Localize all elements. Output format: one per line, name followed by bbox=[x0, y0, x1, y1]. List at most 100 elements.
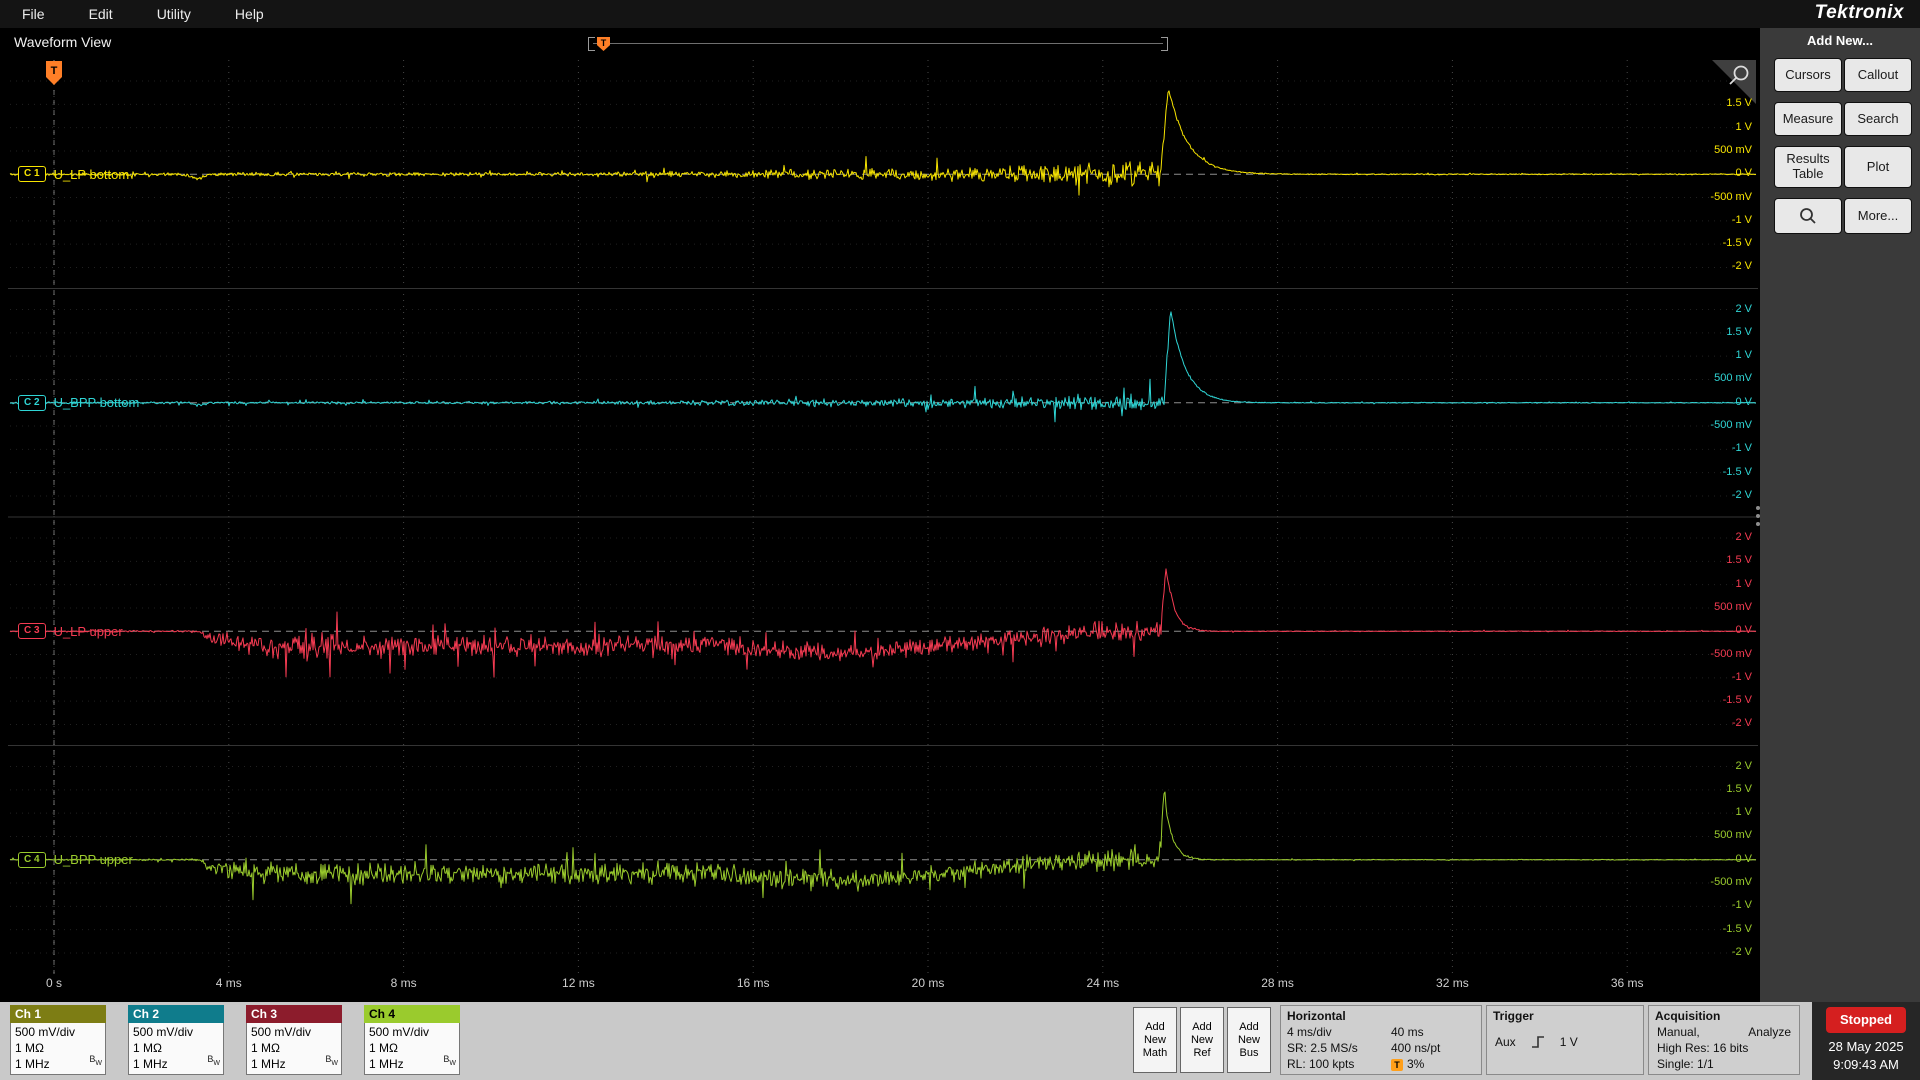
acquisition-title: Acquisition bbox=[1655, 1009, 1721, 1023]
channel-scale: 500 mV/div bbox=[15, 1025, 76, 1039]
menu-item-edit[interactable]: Edit bbox=[89, 6, 113, 22]
channel-impedance: 1 MΩ bbox=[369, 1041, 398, 1055]
slider-right-bracket bbox=[1161, 37, 1168, 51]
channel-settings-header-4: Ch 4 bbox=[364, 1005, 460, 1023]
horizontal-row-rl: RL: 100 kpts T 3% bbox=[1281, 1056, 1481, 1072]
time-axis-label: 20 ms bbox=[911, 976, 945, 990]
sidebar-button-zoom[interactable] bbox=[1774, 198, 1842, 234]
slider-left-bracket bbox=[588, 37, 595, 51]
waveform-trace-c-1[interactable] bbox=[9, 90, 1757, 196]
channel-settings-header-3: Ch 3 bbox=[246, 1005, 342, 1023]
horizontal-title: Horizontal bbox=[1287, 1009, 1346, 1023]
channel-settings-2[interactable]: Ch 2 500 mV/div 1 MΩ 1 MHz BW bbox=[128, 1005, 224, 1075]
y-axis-label-c-1: 500 mV bbox=[1714, 143, 1752, 156]
time-axis-label: 12 ms bbox=[562, 976, 595, 990]
run-stop-status[interactable]: Stopped bbox=[1826, 1007, 1906, 1033]
channel-settings-4[interactable]: Ch 4 500 mV/div 1 MΩ 1 MHz BW bbox=[364, 1005, 460, 1075]
channel-scale: 500 mV/div bbox=[133, 1025, 194, 1039]
sidebar-button-plot[interactable]: Plot bbox=[1844, 146, 1912, 188]
acquisition-mode: Manual, bbox=[1657, 1025, 1700, 1039]
time-axis-label: 36 ms bbox=[1610, 976, 1644, 990]
channel-scale: 500 mV/div bbox=[251, 1025, 312, 1039]
channel-settings-body-3: 500 mV/div 1 MΩ 1 MHz BW bbox=[246, 1023, 342, 1075]
horizontal-panel[interactable]: Horizontal 4 ms/div 40 ms SR: 2.5 MS/s 4… bbox=[1280, 1005, 1482, 1075]
horizontal-resolution: 400 ns/pt bbox=[1391, 1041, 1441, 1055]
tekscope-app: File Edit Utility Help Tektronix Waveform V… bbox=[0, 0, 1920, 1080]
acquisition-analyze: Analyze bbox=[1748, 1025, 1791, 1039]
channel-impedance: 1 MΩ bbox=[15, 1041, 44, 1055]
horizontal-record-length: RL: 100 kpts bbox=[1287, 1057, 1355, 1071]
bandwidth-limit-tag: BW bbox=[207, 1054, 220, 1067]
channel-label-c-3: C 3 U_LP upper bbox=[18, 622, 123, 640]
y-axis-label-c-3: -1 V bbox=[1731, 670, 1752, 683]
channel-name-c-1: U_LP bottom bbox=[53, 166, 130, 182]
channel-label-c-2: C 2 U_BPP bottom bbox=[18, 394, 139, 412]
sidebar-button-cursors[interactable]: Cursors bbox=[1774, 58, 1842, 92]
acquisition-panel[interactable]: Acquisition Manual, Analyze High Res: 16… bbox=[1648, 1005, 1800, 1075]
time-text: 9:09:43 AM bbox=[1833, 1057, 1899, 1072]
slider-track[interactable] bbox=[593, 43, 1163, 44]
y-axis-label-c-4: 2 V bbox=[1735, 759, 1752, 772]
y-axis-label-c-4: 500 mV bbox=[1714, 829, 1752, 842]
channel-badge-c-4[interactable]: C 4 bbox=[18, 851, 46, 868]
waveform-trace-c-2[interactable] bbox=[9, 311, 1757, 423]
acquisition-single: Single: 1/1 bbox=[1657, 1057, 1714, 1071]
channel-settings-header-2: Ch 2 bbox=[128, 1005, 224, 1023]
y-axis-label-c-3: 1 V bbox=[1735, 577, 1752, 590]
y-axis-label-c-3: -1.5 V bbox=[1722, 694, 1752, 707]
y-axis-label-c-4: -1.5 V bbox=[1722, 922, 1752, 935]
y-axis-label-c-4: -1 V bbox=[1731, 899, 1752, 912]
y-axis-label-c-3: -500 mV bbox=[1710, 647, 1752, 660]
y-axis-label-c-4: 1.5 V bbox=[1726, 782, 1752, 795]
channel-badge-c-2[interactable]: C 2 bbox=[18, 394, 46, 411]
rising-edge-icon bbox=[1531, 1036, 1544, 1048]
tektronix-logo: Tektronix bbox=[1814, 2, 1904, 23]
y-axis-label-c-2: 1.5 V bbox=[1726, 325, 1752, 338]
horizontal-position-percent: 3% bbox=[1407, 1057, 1425, 1071]
date-text: 28 May 2025 bbox=[1828, 1039, 1904, 1054]
waveform-trace-c-3[interactable] bbox=[9, 568, 1757, 678]
add-new-bus-button[interactable]: Add New Bus bbox=[1227, 1007, 1271, 1073]
channel-settings-header-1: Ch 1 bbox=[10, 1005, 106, 1023]
channel-badge-c-3[interactable]: C 3 bbox=[18, 623, 46, 640]
channel-name-c-4: U_BPP upper bbox=[53, 852, 133, 868]
channel-badge-c-1[interactable]: C 1 bbox=[18, 166, 46, 183]
channel-settings-1[interactable]: Ch 1 500 mV/div 1 MΩ 1 MHz BW bbox=[10, 1005, 106, 1075]
add-new-math-button[interactable]: Add New Math bbox=[1133, 1007, 1177, 1073]
y-axis-label-c-3: 2 V bbox=[1735, 531, 1752, 544]
time-axis-label: 4 ms bbox=[215, 976, 242, 990]
y-axis-label-c-1: 0 V bbox=[1735, 167, 1752, 180]
channel-label-c-1: C 1 U_LP bottom bbox=[18, 165, 129, 183]
y-axis-label-c-4: -2 V bbox=[1731, 945, 1752, 958]
channel-settings-body-1: 500 mV/div 1 MΩ 1 MHz BW bbox=[10, 1023, 106, 1075]
y-axis-label-c-2: 1 V bbox=[1735, 349, 1752, 362]
sidebar-button-callout[interactable]: Callout bbox=[1844, 58, 1912, 92]
y-axis-label-c-1: -2 V bbox=[1731, 260, 1752, 273]
trigger-title: Trigger bbox=[1493, 1009, 1534, 1023]
channel-label-c-4: C 4 U_BPP upper bbox=[18, 851, 133, 869]
panel-drag-handle[interactable] bbox=[1756, 506, 1760, 526]
y-axis-label-c-2: 500 mV bbox=[1714, 372, 1752, 385]
time-axis-label: 16 ms bbox=[736, 976, 770, 990]
trigger-panel[interactable]: Trigger Aux 1 V bbox=[1486, 1005, 1644, 1075]
menu-item-file[interactable]: File bbox=[22, 6, 45, 22]
waveform-view-title: Waveform View bbox=[14, 34, 112, 50]
horizontal-position-slider[interactable]: T bbox=[588, 36, 1168, 52]
horizontal-row-sr: SR: 2.5 MS/s 400 ns/pt bbox=[1281, 1040, 1481, 1056]
menu-item-help[interactable]: Help bbox=[235, 6, 264, 22]
slider-trigger-marker[interactable]: T bbox=[597, 37, 610, 51]
y-axis-label-c-3: -2 V bbox=[1731, 717, 1752, 730]
time-axis-label: 28 ms bbox=[1261, 976, 1294, 990]
channel-name-c-2: U_BPP bottom bbox=[53, 395, 140, 411]
sidebar-button-search[interactable]: Search bbox=[1844, 102, 1912, 136]
sidebar-button-more[interactable]: More... bbox=[1844, 198, 1912, 234]
add-new-ref-button[interactable]: Add New Ref bbox=[1180, 1007, 1224, 1073]
channel-bandwidth: 1 MHz bbox=[369, 1057, 404, 1071]
time-axis-label: 0 s bbox=[45, 976, 62, 990]
waveform-trace-c-4[interactable] bbox=[9, 791, 1757, 905]
sidebar-button-measure[interactable]: Measure bbox=[1774, 102, 1842, 136]
horizontal-sample-rate: SR: 2.5 MS/s bbox=[1287, 1041, 1358, 1055]
menu-item-utility[interactable]: Utility bbox=[157, 6, 191, 22]
channel-settings-3[interactable]: Ch 3 500 mV/div 1 MΩ 1 MHz BW bbox=[246, 1005, 342, 1075]
sidebar-button-results-table[interactable]: Results Table bbox=[1774, 146, 1842, 188]
